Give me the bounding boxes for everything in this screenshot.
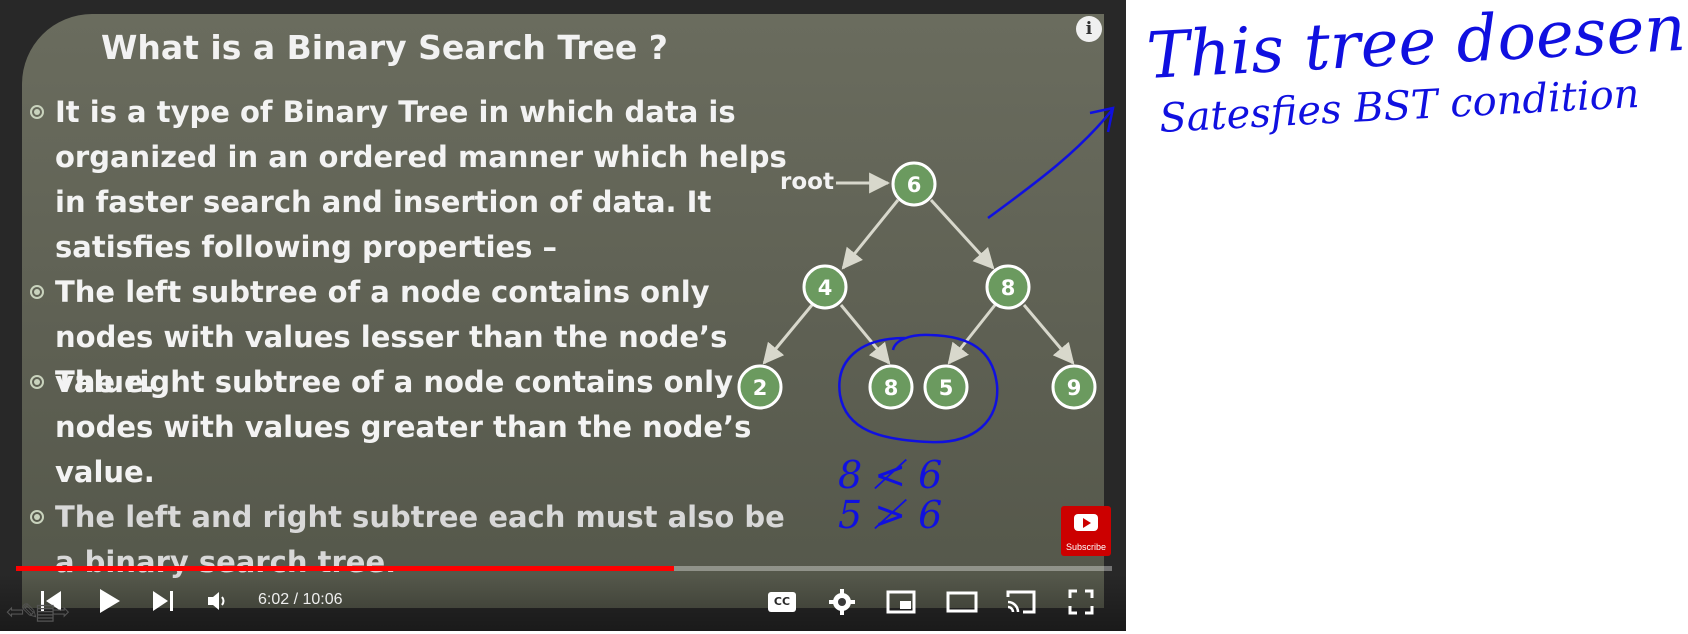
ineq-2: 5 ≯ 6 (838, 493, 942, 537)
ink-arrow (987, 106, 1115, 220)
ineq-1: 8 ≮ 6 (838, 453, 942, 497)
ink-circle (838, 333, 999, 444)
handwriting-layer: This tree doesent Satesfies BST conditio… (838, 0, 1688, 537)
